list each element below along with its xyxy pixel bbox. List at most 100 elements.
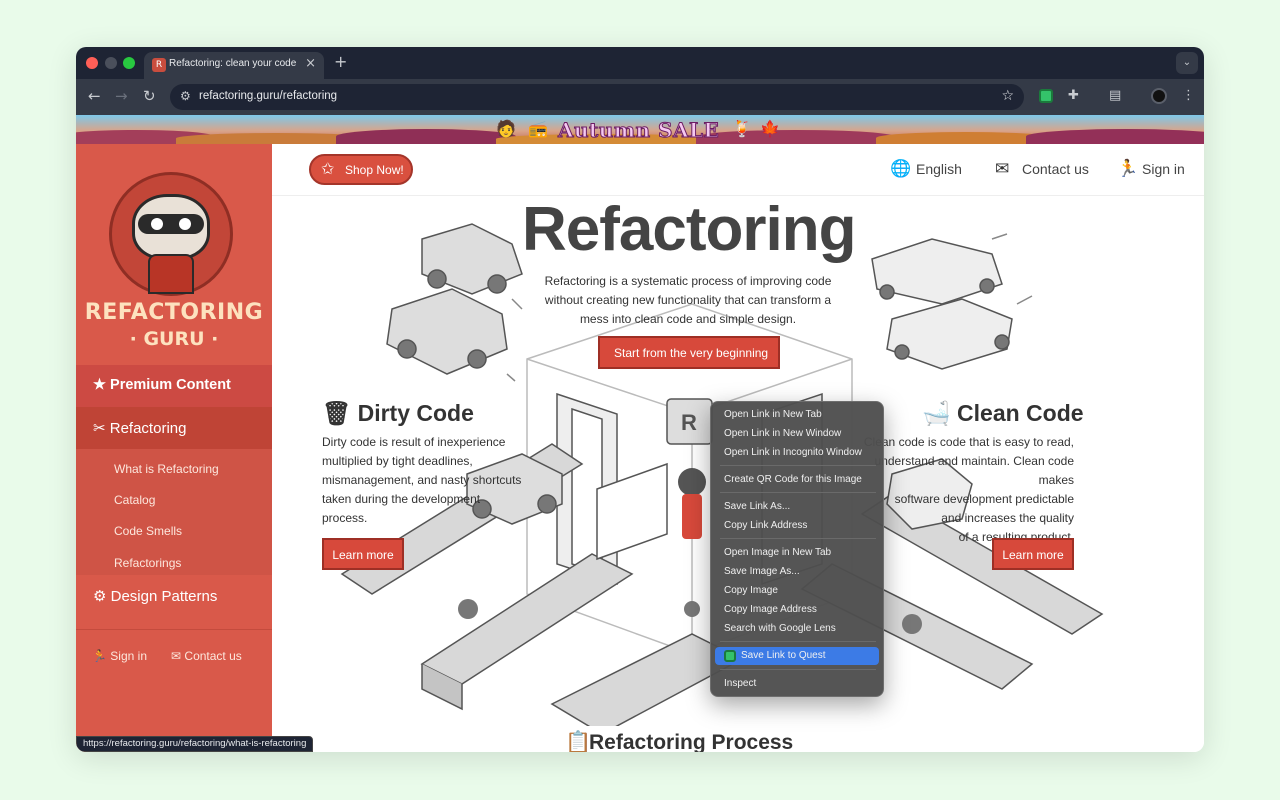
chevron-down-icon[interactable]: ⌄	[1176, 52, 1198, 74]
dirty-code-title: 🗑 Dirty Code	[322, 400, 474, 427]
mascot-icon: 🧑	[496, 119, 516, 138]
sidebar-contact-label: Contact us	[184, 649, 242, 663]
sign-in-link[interactable]: Sign in	[1142, 161, 1185, 177]
menu-item-google-lens[interactable]: Search with Google Lens	[715, 620, 879, 638]
url-text: refactoring.guru/refactoring	[199, 90, 338, 102]
menu-item-copy-link-address[interactable]: Copy Link Address	[715, 517, 879, 535]
menu-item-save-image-as[interactable]: Save Image As...	[715, 563, 879, 581]
close-window-button[interactable]	[86, 57, 98, 69]
status-bar-url: https://refactoring.guru/refactoring/wha…	[76, 736, 314, 752]
hero-description: Refactoring is a systematic process of i…	[544, 274, 832, 326]
raccoon-mask	[138, 214, 204, 234]
bathtub-icon: 🛁	[922, 400, 951, 426]
runner-icon[interactable]: 🏃	[1117, 159, 1138, 179]
envelope-icon[interactable]: ✉	[995, 159, 1009, 179]
maple-leaf-icon: 🍁	[760, 119, 780, 138]
logo-title: REFACTORING	[84, 300, 264, 325]
raccoon-body	[148, 254, 194, 294]
maximize-window-button[interactable]	[123, 57, 135, 69]
sidebar-item-design-patterns[interactable]: ⚙ Design Patterns	[76, 575, 272, 617]
drink-icon: 🍹	[732, 119, 752, 138]
banner-title: Autumn SALE	[557, 118, 720, 143]
menu-separator	[720, 538, 876, 539]
menu-separator	[720, 669, 876, 670]
menu-item-copy-image[interactable]: Copy Image	[715, 582, 879, 600]
shop-now-button[interactable]: ✩ Shop Now!	[309, 154, 413, 185]
runner-icon: 🏃	[92, 649, 107, 663]
tab-strip: R Refactoring: clean your code × + ⌄	[76, 47, 1204, 79]
contact-us-link[interactable]: Contact us	[1022, 161, 1089, 177]
sidebar-item-refactoring[interactable]: ✂ Refactoring	[76, 407, 272, 449]
sidebar-submenu: What is Refactoring Catalog Code Smells …	[76, 449, 272, 575]
browser-toolbar: ← → ↻ ⚙ refactoring.guru/refactoring ☆ ✚…	[76, 79, 1204, 115]
sparkle-star-icon: ✩	[321, 161, 335, 178]
sidebar-subitem-refactorings[interactable]: Refactorings	[114, 556, 181, 570]
raccoon-eye	[151, 218, 163, 230]
sidebar: REFACTORING · GURU · ★ Premium Content ✂…	[76, 144, 272, 752]
menu-item-create-qr[interactable]: Create QR Code for this Image	[715, 471, 879, 489]
raccoon-favicon-icon: R	[152, 58, 166, 72]
profile-avatar[interactable]	[1151, 88, 1167, 104]
menu-item-save-to-quest-label: Save Link to Quest	[741, 650, 826, 661]
sidebar-subitem-code-smells[interactable]: Code Smells	[114, 524, 182, 538]
menu-item-open-incognito[interactable]: Open Link in Incognito Window	[715, 444, 879, 462]
puzzle-icon: ⚙	[93, 588, 107, 605]
sidebar-item-premium[interactable]: ★ Premium Content	[76, 365, 272, 407]
sidebar-sign-in-link[interactable]: 🏃 Sign in	[92, 649, 147, 663]
scissors-icon: ✂	[93, 420, 106, 437]
clean-code-title: 🛁 Clean Code	[922, 400, 1084, 427]
page-title: Refactoring	[522, 195, 856, 264]
new-tab-icon[interactable]: +	[334, 52, 347, 71]
autumn-sale-banner[interactable]: 🧑 📻 Autumn SALE 🍹 🍁	[76, 115, 1204, 144]
tab-title: Refactoring: clean your code	[169, 58, 297, 69]
menu-item-open-image-new-tab[interactable]: Open Image in New Tab	[715, 544, 879, 562]
sidebar-item-label: Refactoring	[109, 420, 187, 437]
extensions-puzzle-icon[interactable]: ✚	[1068, 88, 1079, 103]
menu-item-save-to-quest[interactable]: Save Link to Quest	[715, 647, 879, 665]
refactoring-process-heading: Refactoring Process	[589, 731, 794, 752]
star-icon: ★	[93, 377, 106, 393]
menu-item-save-link-as[interactable]: Save Link As...	[715, 498, 879, 516]
browser-window: R Refactoring: clean your code × + ⌄ ← →…	[76, 47, 1204, 752]
sidebar-item-label: Premium Content	[110, 377, 231, 393]
sidebar-subitem-catalog[interactable]: Catalog	[114, 493, 155, 507]
refactoring-process-title: 📋 Refactoring Process	[557, 726, 813, 752]
svg-text:R: R	[681, 410, 697, 435]
forward-arrow-icon[interactable]: →	[115, 87, 128, 105]
radio-icon: 📻	[528, 119, 548, 138]
logo-subtitle: · GURU ·	[129, 328, 219, 350]
menu-separator	[720, 465, 876, 466]
sidebar-subitem-what-is-refactoring[interactable]: What is Refactoring	[114, 462, 219, 476]
globe-icon[interactable]: 🌐	[890, 159, 911, 179]
active-tab[interactable]: R Refactoring: clean your code ×	[144, 52, 324, 79]
envelope-icon: ✉	[171, 649, 182, 663]
site-settings-icon[interactable]: ⚙	[180, 89, 191, 103]
menu-separator	[720, 492, 876, 493]
clipboard-icon: 📋	[565, 731, 592, 752]
more-menu-icon[interactable]: ⋮	[1182, 88, 1195, 103]
reading-list-icon[interactable]: ▤	[1109, 88, 1121, 103]
shop-now-label: Shop Now!	[345, 163, 404, 177]
bookmark-star-icon[interactable]: ☆	[1001, 88, 1014, 104]
reload-icon[interactable]: ↻	[143, 87, 156, 105]
context-menu: Open Link in New Tab Open Link in New Wi…	[710, 401, 884, 697]
dirty-code-heading: Dirty Code	[357, 400, 474, 426]
language-selector[interactable]: English	[916, 161, 962, 177]
quest-extension-icon[interactable]	[1039, 89, 1053, 103]
menu-item-open-new-window[interactable]: Open Link in New Window	[715, 425, 879, 443]
trash-can-icon: 🗑	[322, 400, 352, 426]
sidebar-sign-in-label: Sign in	[110, 649, 147, 663]
menu-separator	[720, 641, 876, 642]
clean-code-learn-more-button[interactable]: Learn more	[992, 538, 1074, 570]
start-button[interactable]: Start from the very beginning	[598, 336, 780, 369]
menu-item-inspect[interactable]: Inspect	[715, 675, 879, 693]
back-arrow-icon[interactable]: ←	[88, 87, 101, 105]
dirty-code-learn-more-button[interactable]: Learn more	[322, 538, 404, 570]
address-bar[interactable]: ⚙ refactoring.guru/refactoring ☆	[170, 84, 1024, 110]
tab-close-icon[interactable]: ×	[305, 56, 316, 71]
menu-item-copy-image-address[interactable]: Copy Image Address	[715, 601, 879, 619]
menu-item-open-new-tab[interactable]: Open Link in New Tab	[715, 406, 879, 424]
sidebar-contact-link[interactable]: ✉ Contact us	[171, 649, 242, 663]
minimize-window-button[interactable]	[105, 57, 117, 69]
sidebar-item-label: Design Patterns	[110, 588, 218, 605]
